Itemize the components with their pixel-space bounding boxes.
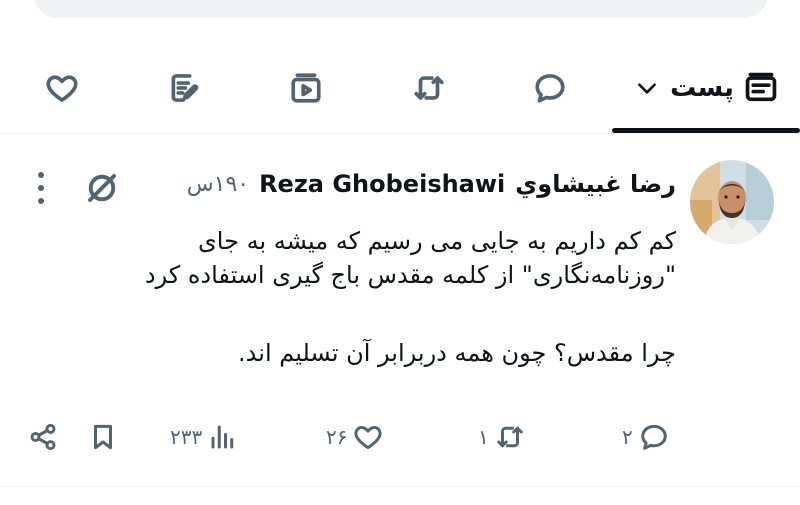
avatar-image <box>690 160 774 244</box>
compose-article-icon <box>171 74 199 102</box>
chevron-down-icon <box>638 83 657 94</box>
more-icon[interactable] <box>30 172 52 204</box>
tweet[interactable]: رضا غبیشاوي Reza Ghobeishawi ۱۹۰س کم کم … <box>0 134 800 486</box>
views-icon <box>211 425 234 449</box>
tab-replies[interactable] <box>528 48 572 128</box>
display-name-fa[interactable]: رضا غبیشاوي <box>515 170 676 198</box>
tweet-actions: ۲۳۳ ۲۶ ۱ ۲ <box>0 418 800 462</box>
heart-icon <box>354 426 383 450</box>
reply-icon <box>641 424 667 450</box>
reply-button[interactable]: ۲ <box>622 422 669 452</box>
tweet-text-line: "روزنامه‌نگاری" از کلمه مقدس باج گیری اس… <box>144 261 676 289</box>
like-button[interactable]: ۲۶ <box>326 422 383 452</box>
grok-button[interactable] <box>84 170 120 206</box>
tab-articles[interactable] <box>162 48 206 128</box>
tweet-header: رضا غبیشاوي Reza Ghobeishawi ۱۹۰س <box>187 170 676 198</box>
retweet-button[interactable]: ۱ <box>478 422 525 452</box>
display-name-en[interactable]: Reza Ghobeishawi <box>259 170 505 198</box>
avatar[interactable] <box>690 160 774 244</box>
tweet-text-line: چرا مقدس؟ چون همه دربرابر آن تسلیم اند. <box>238 339 676 367</box>
retweet-icon <box>497 426 523 448</box>
tab-likes[interactable] <box>40 48 84 128</box>
replies-count: ۲ <box>622 425 633 449</box>
views-count: ۲۳۳ <box>170 425 203 449</box>
retweets-count: ۱ <box>478 425 489 449</box>
grok-icon <box>88 174 116 202</box>
bookmark-button[interactable] <box>88 422 118 452</box>
profile-tabs: پست <box>0 48 800 134</box>
tab-posts[interactable]: پست <box>612 48 800 128</box>
tab-media[interactable] <box>284 48 328 128</box>
tab-posts-label: پست <box>670 73 734 103</box>
likes-count: ۲۶ <box>326 425 348 449</box>
tweet-text-line: کم کم داریم به جایی می رسیم که میشه به ج… <box>198 227 676 255</box>
reply-icon <box>535 74 565 103</box>
views-button[interactable]: ۲۳۳ <box>170 422 238 452</box>
heart-icon <box>46 75 78 102</box>
bookmark-icon <box>94 424 112 450</box>
tweet-text: کم کم داریم به جایی می رسیم که میشه به ج… <box>96 224 676 370</box>
timeline-icon <box>745 72 777 102</box>
share-icon <box>30 423 56 451</box>
retweet-icon <box>414 76 444 100</box>
divider <box>0 486 800 487</box>
tweet-time[interactable]: ۱۹۰س <box>187 172 249 197</box>
tab-reposts[interactable] <box>406 48 452 128</box>
search-bar[interactable] <box>34 0 768 18</box>
share-button[interactable] <box>28 422 58 452</box>
media-icon <box>291 73 321 103</box>
